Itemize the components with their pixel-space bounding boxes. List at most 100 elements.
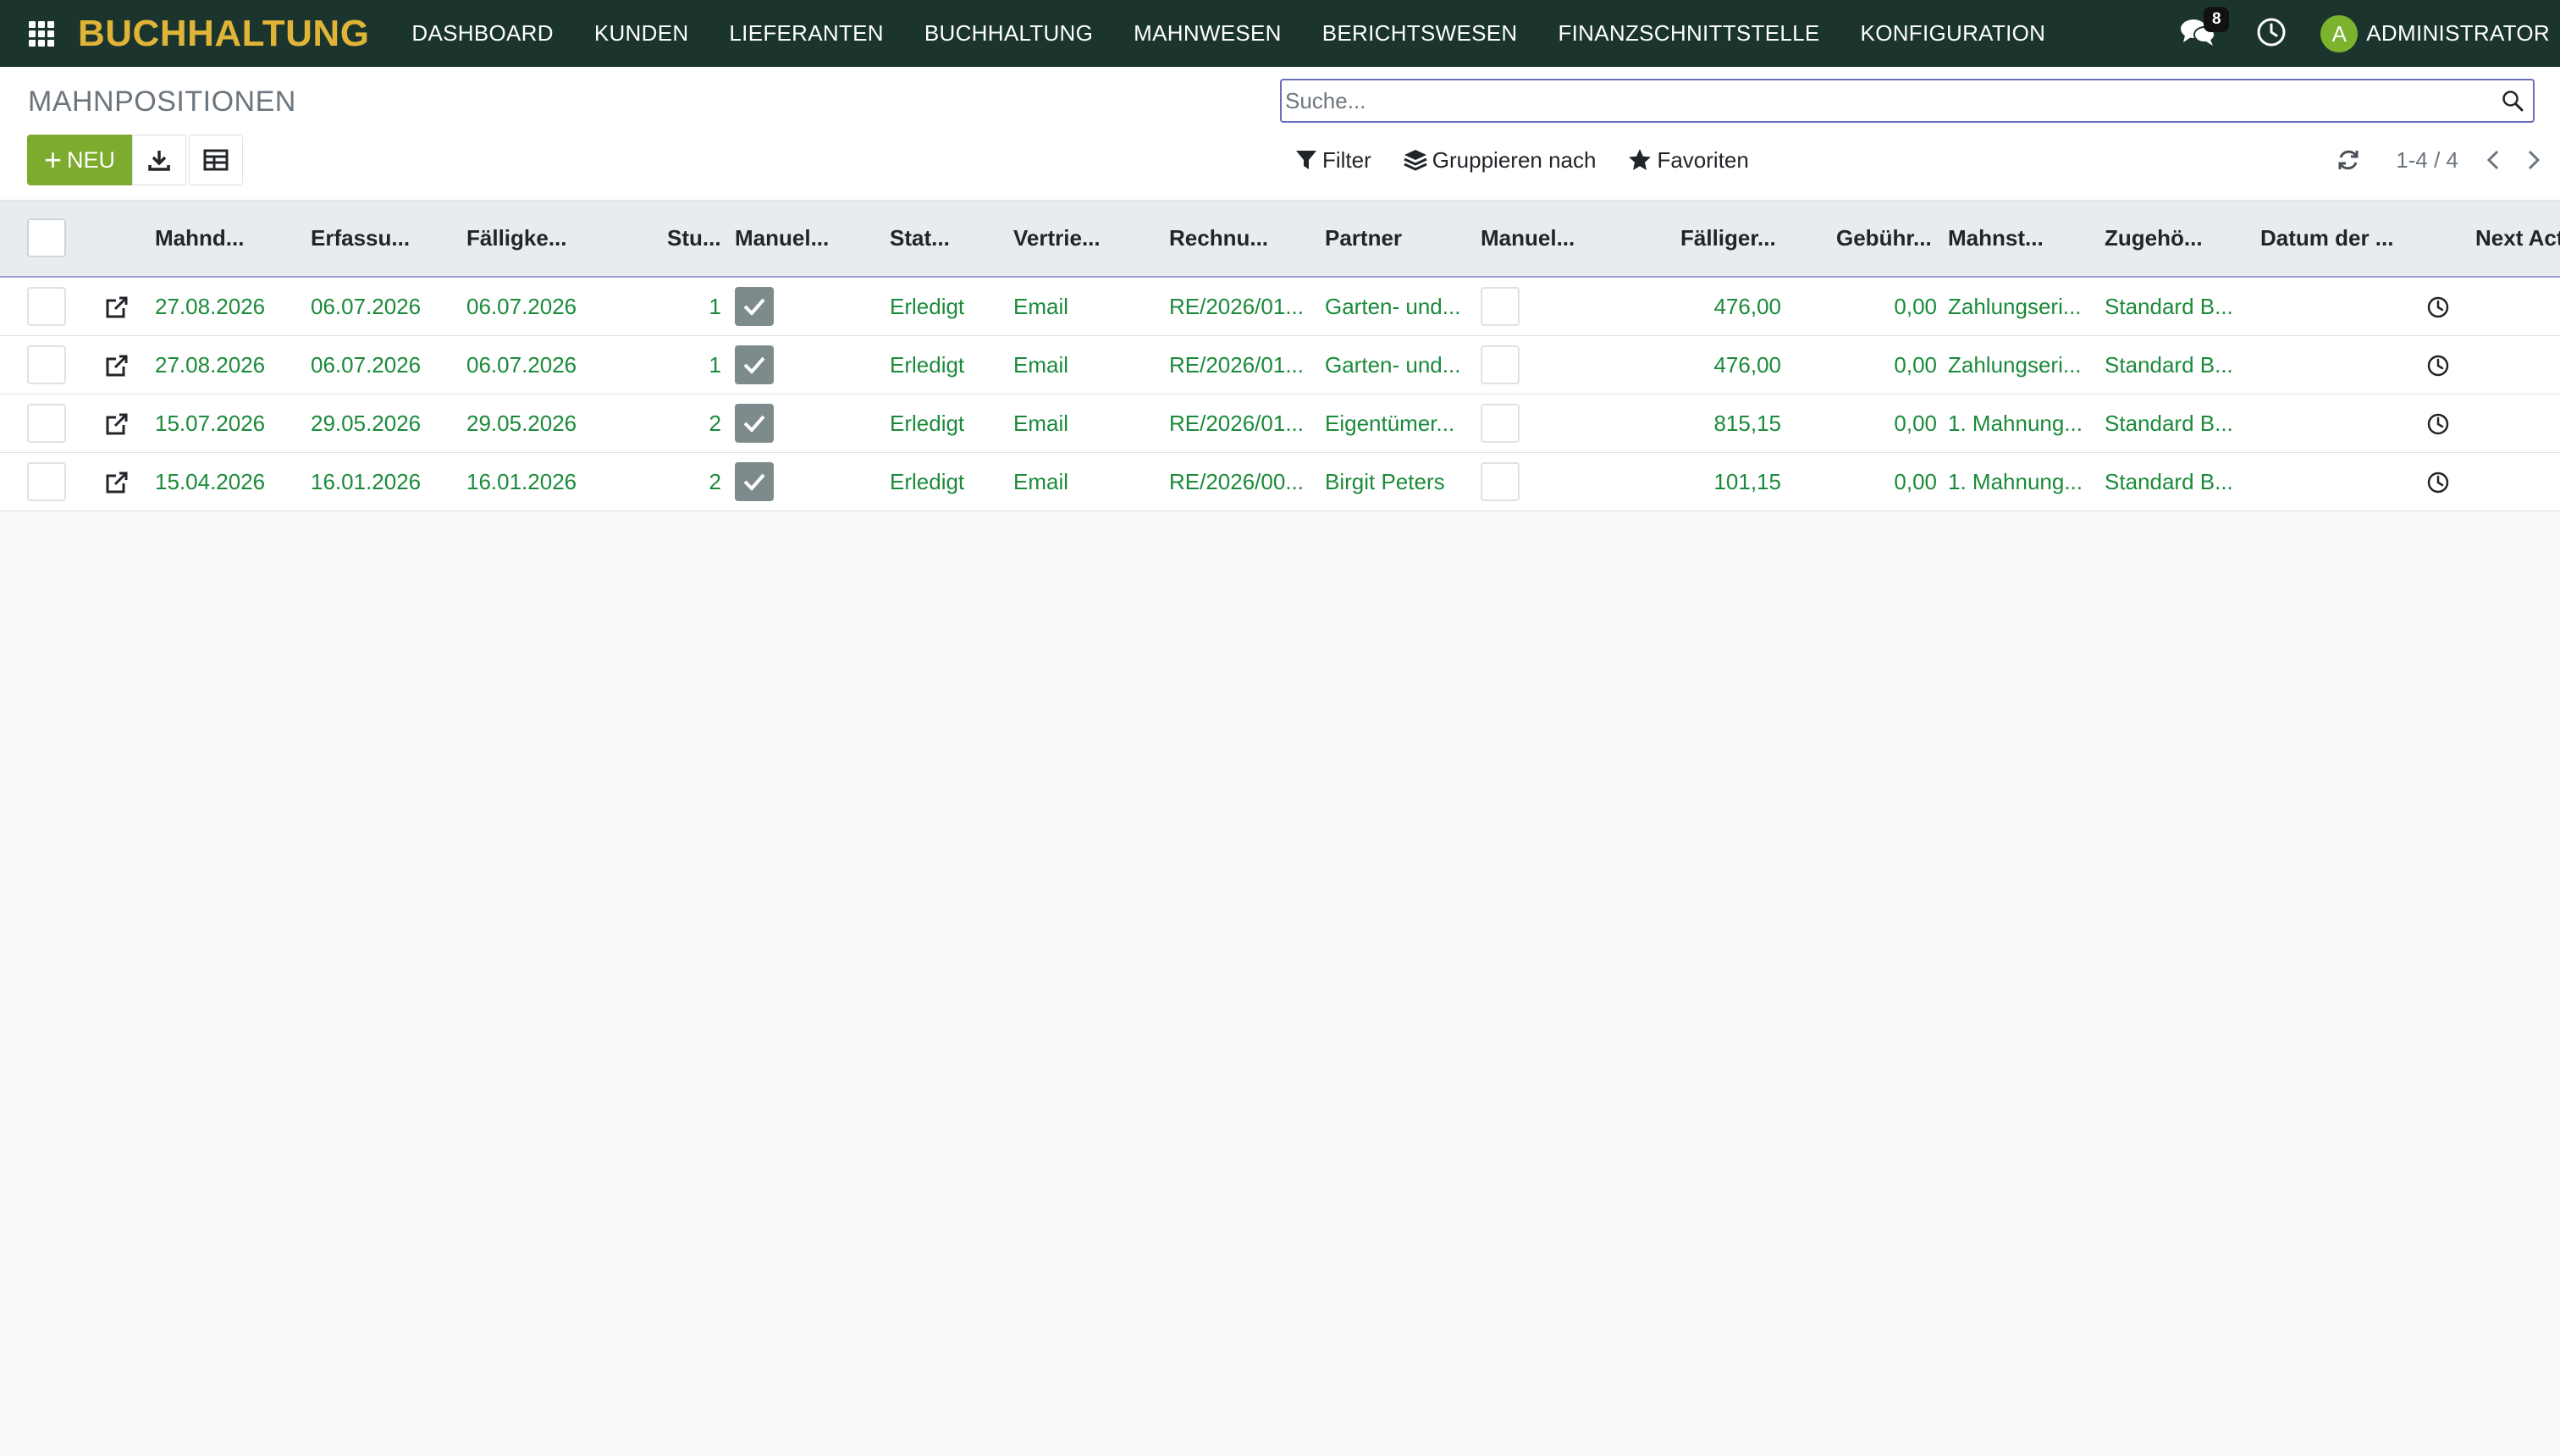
cell-zugehoerig: Standard B... — [2105, 294, 2233, 319]
cell-rechnung: RE/2026/01... — [1169, 352, 1304, 378]
cell-faelliger-betrag: 476,00 — [1713, 352, 1781, 378]
control-panel: MAHNPOSITIONEN + NEU Filter — [0, 67, 2560, 201]
cell-vertrieb: Email — [1013, 469, 1069, 494]
menu-item-konfiguration[interactable]: KONFIGURATION — [1840, 0, 2066, 67]
external-link-icon[interactable] — [105, 412, 129, 436]
menu-item-lieferanten[interactable]: LIEFERANTEN — [709, 0, 903, 67]
header-mahndatum[interactable]: Mahnd... — [155, 201, 244, 276]
cell-faelligkeit: 16.01.2026 — [466, 469, 577, 494]
select-all-checkbox[interactable] — [27, 218, 66, 257]
favorites-button[interactable]: Favoriten — [1628, 147, 1749, 174]
menu-item-finanzschnittstelle[interactable]: FINANZSCHNITTSTELLE — [1537, 0, 1840, 67]
menu-item-kunden[interactable]: KUNDEN — [574, 0, 709, 67]
cell-status: Erledigt — [890, 469, 965, 494]
cell-manuell-2 — [1481, 278, 1531, 336]
user-menu-name[interactable]: ADMINISTRATOR — [2366, 20, 2550, 47]
checked-checkbox — [735, 287, 774, 326]
header-faelligkeit[interactable]: Fälligke... — [466, 201, 567, 276]
cell-erfassung: 06.07.2026 — [311, 352, 422, 378]
external-link-icon[interactable] — [105, 295, 129, 319]
menu-item-buchhaltung[interactable]: BUCHHALTUNG — [904, 0, 1113, 67]
row-checkbox[interactable] — [27, 287, 66, 326]
messages-button[interactable]: 8 — [2180, 6, 2230, 51]
check-icon — [743, 298, 765, 316]
cell-faelligkeit: 29.05.2026 — [466, 411, 577, 436]
spreadsheet-button[interactable] — [189, 135, 243, 185]
pager-value[interactable]: 1-4 / 4 — [2396, 147, 2458, 174]
cell-mahnstufe: 1. Mahnung... — [1948, 411, 2083, 436]
cell-faelliger-betrag: 815,15 — [1713, 411, 1781, 436]
header-erfassung[interactable]: Erfassu... — [311, 201, 410, 276]
clock-icon[interactable] — [2426, 295, 2450, 319]
chevron-right-icon[interactable] — [2521, 148, 2545, 172]
unchecked-checkbox — [1481, 287, 1520, 326]
header-gebuehr[interactable]: Gebühr... — [1836, 201, 1932, 276]
menu-item-mahnwesen[interactable]: MAHNWESEN — [1113, 0, 1302, 67]
menu-item-dashboard[interactable]: DASHBOARD — [391, 0, 573, 67]
activities-button[interactable] — [2256, 17, 2290, 51]
cell-stufe: 1 — [709, 294, 721, 319]
header-stufe[interactable]: Stu... — [667, 201, 721, 276]
row-checkbox[interactable] — [27, 462, 66, 501]
cell-gebuehr: 0,00 — [1894, 411, 1937, 436]
external-link-icon[interactable] — [105, 471, 129, 494]
app-brand[interactable]: BUCHHALTUNG — [78, 13, 369, 55]
star-icon — [1629, 149, 1652, 170]
clock-icon[interactable] — [2426, 412, 2450, 436]
new-button[interactable]: + NEU — [27, 135, 132, 185]
pager: 1-4 / 4 — [2337, 135, 2560, 185]
refresh-icon[interactable] — [2337, 148, 2360, 172]
cell-mahndatum: 15.07.2026 — [155, 411, 266, 436]
table-row[interactable]: 15.07.2026 29.05.2026 29.05.2026 2 Erled… — [0, 394, 2560, 453]
search-box[interactable] — [1280, 79, 2535, 123]
checked-checkbox — [735, 462, 774, 501]
header-mahnstufe[interactable]: Mahnst... — [1948, 201, 2044, 276]
cell-gebuehr: 0,00 — [1894, 469, 1937, 494]
cell-manuell — [735, 278, 786, 336]
header-zugehoerig[interactable]: Zugehö... — [2105, 201, 2203, 276]
cell-manuell — [735, 336, 786, 394]
search-icon[interactable] — [2501, 89, 2524, 113]
header-manuell[interactable]: Manuel... — [735, 201, 829, 276]
header-vertrieb[interactable]: Vertrie... — [1013, 201, 1101, 276]
cell-faelliger-betrag: 101,15 — [1713, 469, 1781, 494]
chevron-left-icon[interactable] — [2482, 148, 2506, 172]
table-row[interactable]: 27.08.2026 06.07.2026 06.07.2026 1 Erled… — [0, 278, 2560, 336]
row-checkbox[interactable] — [27, 345, 66, 384]
checked-checkbox — [735, 345, 774, 384]
cell-zugehoerig: Standard B... — [2105, 469, 2233, 494]
header-partner[interactable]: Partner — [1325, 201, 1402, 276]
download-button[interactable] — [132, 135, 186, 185]
filter-button[interactable]: Filter — [1295, 147, 1371, 174]
navbar-systray: 8 A ADMINISTRATOR — [2180, 0, 2560, 67]
cell-faelliger-betrag: 476,00 — [1713, 294, 1781, 319]
header-rechnung[interactable]: Rechnu... — [1169, 201, 1268, 276]
group-by-button[interactable]: Gruppieren nach — [1404, 147, 1596, 174]
avatar[interactable]: A — [2320, 14, 2359, 52]
cell-erfassung: 29.05.2026 — [311, 411, 422, 436]
table-row[interactable]: 15.04.2026 16.01.2026 16.01.2026 2 Erled… — [0, 453, 2560, 511]
header-status[interactable]: Stat... — [890, 201, 950, 276]
header-datum-der[interactable]: Datum der ... — [2260, 201, 2393, 276]
cell-gebuehr: 0,00 — [1894, 294, 1937, 319]
search-input[interactable] — [1285, 80, 2487, 121]
cell-mahnstufe: 1. Mahnung... — [1948, 469, 2083, 494]
cell-vertrieb: Email — [1013, 411, 1069, 436]
header-next-activity[interactable]: Next Act — [2475, 201, 2560, 276]
cell-partner: Eigentümer... — [1325, 411, 1455, 436]
plus-icon: + — [43, 142, 62, 177]
clock-icon[interactable] — [2426, 354, 2450, 378]
apps-grid-icon[interactable] — [29, 20, 54, 47]
header-manuell-2[interactable]: Manuel... — [1481, 201, 1575, 276]
row-checkbox[interactable] — [27, 404, 66, 443]
external-link-icon[interactable] — [105, 354, 129, 378]
cell-status: Erledigt — [890, 294, 965, 319]
cell-status: Erledigt — [890, 411, 965, 436]
check-icon — [743, 356, 765, 374]
clock-icon[interactable] — [2426, 471, 2450, 494]
menu-item-berichtswesen[interactable]: BERICHTSWESEN — [1302, 0, 1538, 67]
checked-checkbox — [735, 404, 774, 443]
top-navbar: BUCHHALTUNG DASHBOARD KUNDEN LIEFERANTEN… — [0, 0, 2560, 67]
table-row[interactable]: 27.08.2026 06.07.2026 06.07.2026 1 Erled… — [0, 336, 2560, 394]
header-faelliger-betrag[interactable]: Fälliger... — [1680, 201, 1776, 276]
